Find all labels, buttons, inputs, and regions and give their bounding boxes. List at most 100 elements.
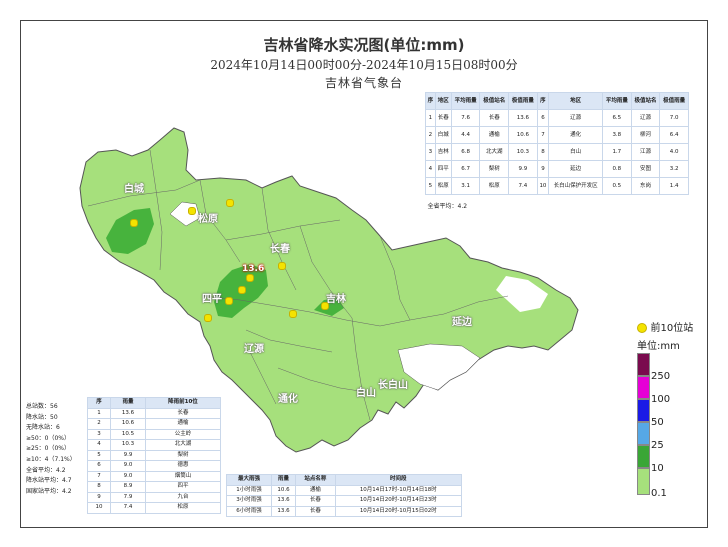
station-top10-table: 序 雨量 降雨前10位 1 13.6 长春 2 10.6 通榆 3 10.5 公主岭 4 10…: [87, 397, 222, 514]
table-row: 6小时雨强 13.6 长春 10月14日20时-10月15日02时: [225, 505, 463, 517]
city-label-yanbian: 延边: [452, 317, 472, 328]
cell: 3: [425, 143, 436, 161]
cell: 九台: [144, 491, 222, 503]
cell: 延边: [548, 160, 603, 178]
cell: 柳河: [630, 126, 661, 144]
max-rain-intensity-table: 最大雨强 雨量 站点名称 时间段 1小时雨强 10.6 通榆 10月14日17时-10…: [225, 474, 463, 517]
summary-stats: 总站数：56 降水站：50 无降水站：6 ≥50：0（0%） ≥25：0（0%）…: [26, 402, 76, 497]
table-row: 8 8.9 四平: [87, 481, 222, 493]
cell: 松原: [479, 177, 510, 195]
col-header: 序: [425, 92, 436, 110]
legend-swatch-10: [637, 445, 650, 468]
cell: 3.1: [450, 177, 481, 195]
cell: 6: [87, 460, 111, 472]
col-header: 极值雨量: [508, 92, 538, 110]
city-label-baishan: 白山: [356, 388, 376, 399]
cell: 9: [536, 160, 550, 178]
cell: 8.9: [109, 481, 146, 493]
cell: 1: [425, 109, 436, 127]
cell: 4.4: [450, 126, 481, 144]
city-label-changbaishan: 长白山: [378, 380, 408, 391]
cell: 7.4: [109, 502, 146, 514]
col-header: 平均雨量: [602, 92, 632, 110]
table-row: 3小时雨强 13.6 长春 10月14日20时-10月14日23时: [225, 495, 463, 507]
cell: 10月14日17时-10月14日18时: [334, 484, 463, 496]
top10-station-dot: [130, 219, 138, 227]
cell: 6.8: [450, 143, 481, 161]
table-row: 1小时雨强 10.6 通榆 10月14日17时-10月14日18时: [225, 484, 463, 496]
cell: 10月14日20时-10月15日02时: [334, 505, 463, 517]
cell: 10.6: [271, 484, 297, 496]
col-header: 最大雨强: [225, 474, 273, 486]
cell: 3.2: [659, 160, 689, 178]
cell: 3: [87, 428, 111, 440]
col-header: 极值雨量: [659, 92, 689, 110]
city-label-siping: 四平: [202, 294, 222, 305]
cell: 四平: [144, 481, 222, 493]
cell: 4: [87, 439, 111, 451]
stat-line: 国家站平均：4.2: [26, 487, 72, 495]
cell: 7: [536, 126, 550, 144]
cell: 长春: [295, 495, 336, 507]
table-row: 2 10.6 通榆: [87, 418, 222, 430]
col-header: 平均雨量: [450, 92, 481, 110]
cell: 公主岭: [144, 428, 222, 440]
legend-value: 250: [651, 371, 671, 382]
col-header: 站点名称: [295, 474, 336, 486]
legend-value: 0.1: [651, 488, 667, 499]
cell: 北大湖: [144, 439, 222, 451]
cell: 长春: [479, 109, 510, 127]
cell: 北大湖: [479, 143, 510, 161]
cell: 4.0: [659, 143, 689, 161]
stat-line: ≥50：0（0%）: [26, 434, 70, 442]
legend-swatch-0-1: [637, 468, 650, 495]
top10-station-dot: [246, 274, 254, 282]
legend-swatch-250: [637, 353, 650, 376]
stat-line: 无降水站：6: [26, 424, 60, 432]
cell: 辽源: [630, 109, 661, 127]
top10-station-dot: [204, 314, 212, 322]
cell: 10.6: [508, 126, 538, 144]
cell: 10.3: [508, 143, 538, 161]
cell: 10.6: [109, 418, 146, 430]
cell: 德惠: [144, 460, 222, 472]
cell: 白城: [434, 126, 452, 144]
cell: 9.9: [109, 449, 146, 461]
city-label-changchun: 长春: [270, 244, 290, 255]
table-row: 2 白城 4.4 通榆 10.6 7 通化 3.8 柳河 6.4: [425, 126, 689, 144]
cell: 长春: [434, 109, 452, 127]
cell: 1.7: [602, 143, 632, 161]
cell: 梨树: [479, 160, 510, 178]
cell: 5: [425, 177, 436, 195]
cell: 13.6: [508, 109, 538, 127]
table-row: 7 9.0 烟筒山: [87, 470, 222, 482]
cell: 通化: [548, 126, 603, 144]
table-row: 3 吉林 6.8 北大湖 10.3 8 白山 1.7 江源 4.0: [425, 143, 689, 161]
cell: 吉林: [434, 143, 452, 161]
region-rain-table: 序 地区 平均雨量 极值站名 极值雨量 序 地区 平均雨量 极值站名 极值雨量 …: [425, 92, 689, 219]
legend-swatch-25: [637, 422, 650, 445]
stat-line: 全省平均：4.2: [26, 466, 66, 474]
table-row: 3 10.5 公主岭: [87, 428, 222, 440]
stat-line: 总站数：56: [26, 403, 58, 410]
cell: 白山: [548, 143, 603, 161]
cell: 东岗: [630, 177, 661, 195]
city-label-jilin: 吉林: [326, 294, 346, 305]
legend-value: 10: [651, 463, 664, 474]
cell: 四平: [434, 160, 452, 178]
cell: 9.0: [109, 470, 146, 482]
cell: 10: [87, 502, 111, 514]
table-row: 全省平均：4.2: [426, 195, 689, 220]
top10-station-dot: [225, 297, 233, 305]
table-row: 1 长春 7.6 长春 13.6 6 辽源 6.5 辽源 7.0: [425, 109, 689, 127]
legend-top10: 前10位站: [637, 319, 693, 334]
cell: 10月14日20时-10月14日23时: [334, 495, 463, 507]
cell: 7.6: [450, 109, 481, 127]
top10-station-dot: [278, 262, 286, 270]
top10-station-dot: [226, 199, 234, 207]
cell: 长白山保护开发区: [548, 177, 603, 195]
cell: 6.5: [602, 109, 632, 127]
legend-value: 25: [651, 440, 664, 451]
cell: 长春: [144, 407, 222, 419]
cell: 松原: [144, 502, 222, 514]
